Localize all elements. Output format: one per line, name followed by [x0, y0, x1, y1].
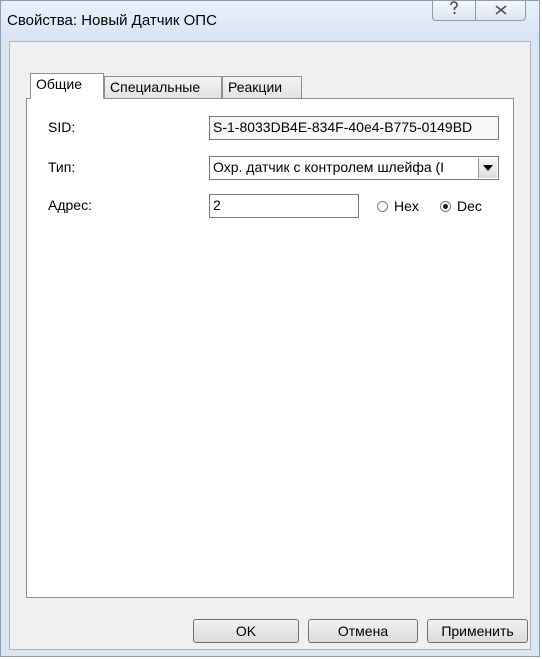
ok-button[interactable]: OK [193, 619, 299, 643]
cancel-button[interactable]: Отмена [308, 619, 418, 643]
title-bar[interactable]: Свойства: Новый Датчик ОПС [1, 1, 539, 41]
close-button[interactable] [475, 1, 526, 21]
sid-label: SID: [48, 119, 76, 135]
hex-radio-circle [377, 200, 388, 212]
help-button[interactable] [432, 1, 476, 21]
dec-radio[interactable]: Dec [440, 198, 482, 214]
tab-reactions[interactable]: Реакции [222, 76, 302, 98]
tab-special[interactable]: Специальные [104, 76, 222, 98]
type-select[interactable]: Охр. датчик с контролем шлейфа (I [209, 156, 499, 180]
chevron-down-icon[interactable] [478, 158, 497, 178]
address-field[interactable]: 2 [209, 194, 359, 218]
close-x-icon [495, 2, 507, 20]
question-mark-icon [448, 1, 460, 20]
type-selected-value: Охр. датчик с контролем шлейфа (I [213, 159, 445, 175]
dec-radio-circle [440, 200, 451, 212]
type-label: Тип: [48, 159, 76, 175]
general-tab-panel: SID: S-1-8033DB4E-834F-40e4-B775-0149BD … [26, 98, 514, 598]
radio-selected-dot [443, 203, 448, 209]
dialog-client-area: Общие Специальные Реакции SID: S-1-8033D… [9, 41, 531, 650]
address-label: Адрес: [48, 197, 92, 213]
properties-dialog: Свойства: Новый Датчик ОПС Общие Специал… [0, 0, 540, 657]
window-title: Свойства: Новый Датчик ОПС [7, 12, 217, 29]
sid-field[interactable]: S-1-8033DB4E-834F-40e4-B775-0149BD [209, 116, 499, 140]
apply-button[interactable]: Применить [427, 619, 528, 643]
hex-radio-label: Hex [394, 198, 419, 214]
hex-radio[interactable]: Hex [377, 198, 419, 214]
tab-general[interactable]: Общие [30, 73, 104, 99]
dec-radio-label: Dec [457, 198, 482, 214]
tab-strip: Общие Специальные Реакции [10, 42, 530, 102]
